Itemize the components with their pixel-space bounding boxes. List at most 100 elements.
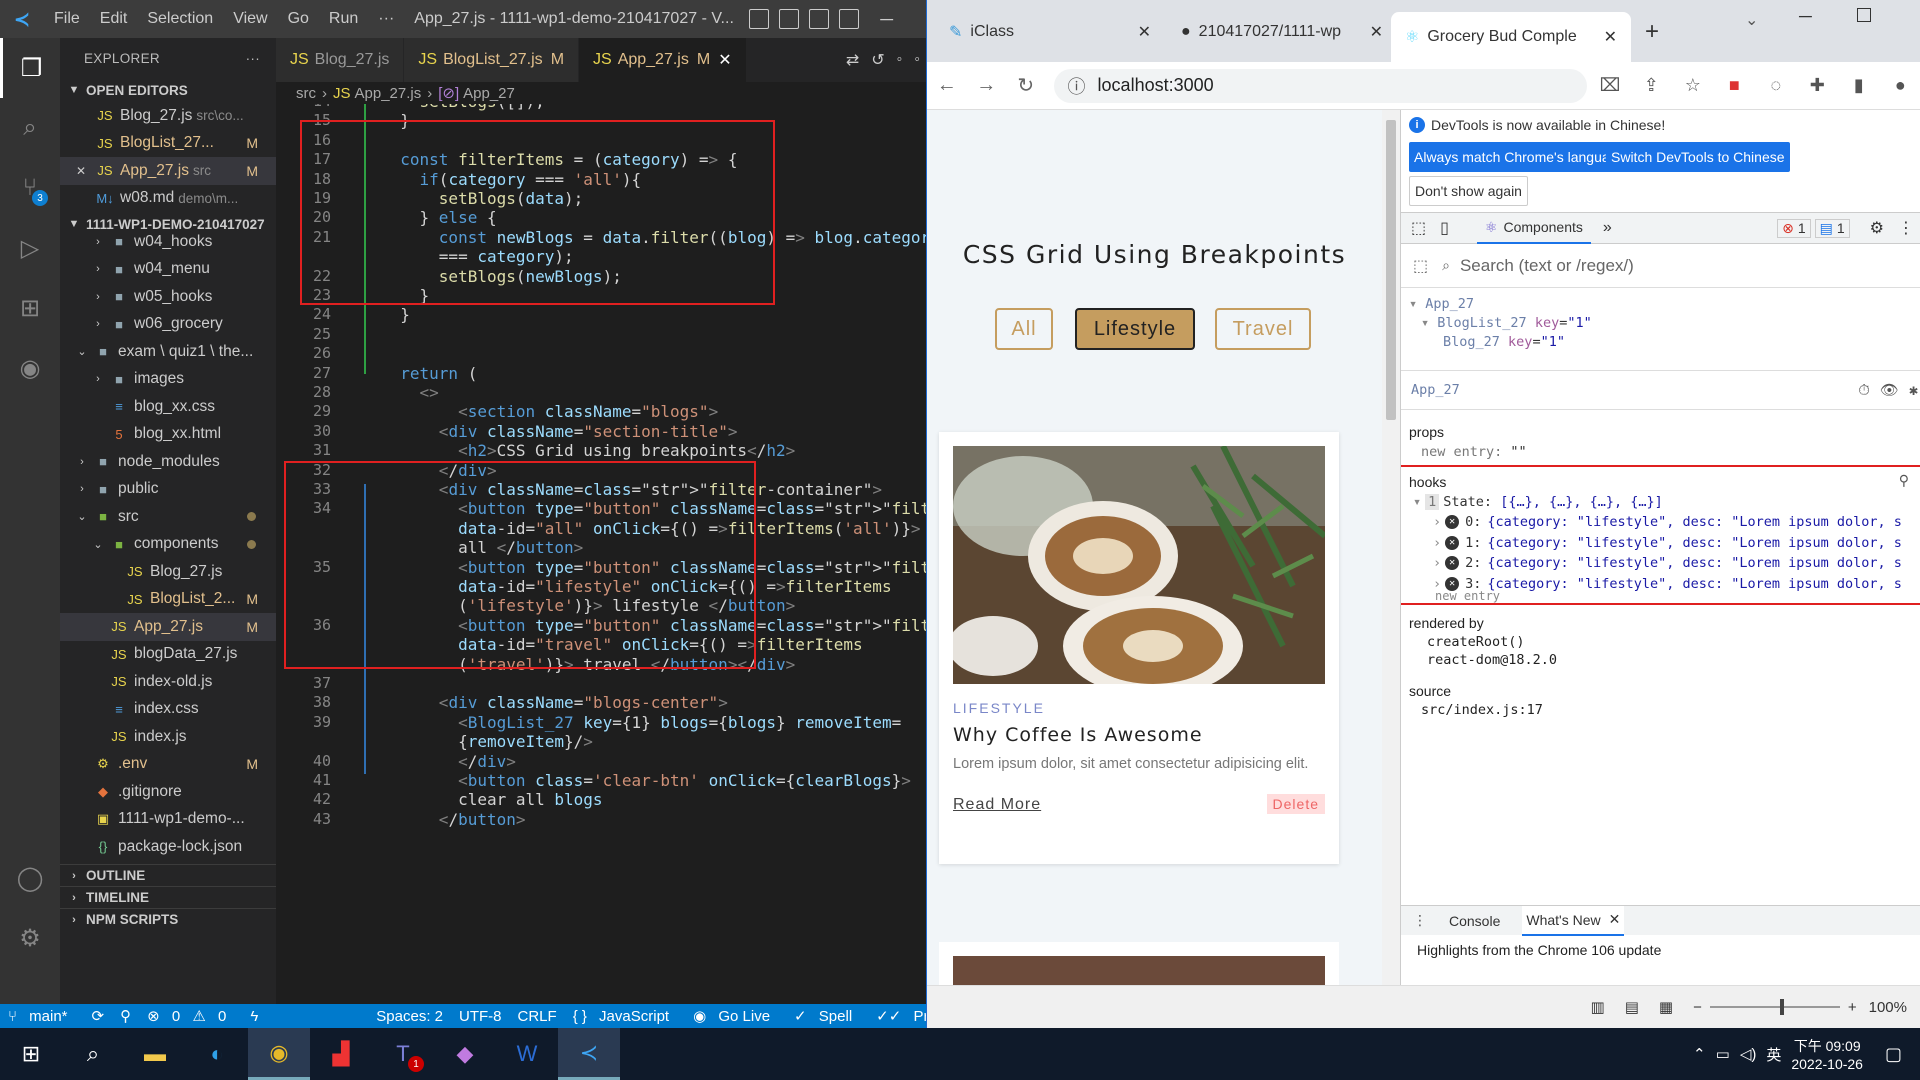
file-tree-item[interactable]: ≡ blog_xx.css <box>60 393 276 421</box>
outline-section[interactable]: › OUTLINE <box>60 864 276 886</box>
file-tree-item[interactable]: › ■ w05_hooks <box>60 283 276 311</box>
new-tab-icon[interactable]: + <box>1645 18 1659 46</box>
file-tree-item[interactable]: › ■ images <box>60 366 276 394</box>
reload-icon[interactable]: ↻ <box>1006 73 1046 98</box>
remove-entry-icon[interactable]: ✕ <box>1445 515 1460 529</box>
more-tabs-icon[interactable]: » <box>1603 219 1612 237</box>
code-line[interactable]: <div className="blogs-center"> <box>381 693 728 712</box>
file-tree-item[interactable]: {}package.json <box>60 861 276 865</box>
go-back-icon[interactable]: ↺ <box>871 50 884 70</box>
open-editor-item[interactable]: ✕ JS App_27.js src M <box>60 157 276 185</box>
spell-status[interactable]: ✓ Spell <box>794 1007 860 1025</box>
file-tree-item[interactable]: ⌄ ■ src <box>60 503 276 531</box>
paint-icon[interactable]: ◆ <box>434 1028 496 1080</box>
devtools-settings-icon[interactable]: ⚙ <box>1870 218 1884 238</box>
code-line[interactable]: {removeItem}/> <box>381 732 593 751</box>
edge-icon[interactable]: ◐ <box>186 1028 248 1080</box>
file-tree-item[interactable]: ⚙ .env M <box>60 751 276 779</box>
file-tree-item[interactable]: › ■ public <box>60 476 276 504</box>
extension-circle-icon[interactable]: ◌ <box>1755 75 1796 96</box>
side-panel-icon[interactable]: ▮ <box>1838 75 1879 96</box>
file-tree-item[interactable]: › ■ w06_grocery <box>60 311 276 339</box>
inspect-element-icon[interactable]: ⬚ <box>1411 218 1426 238</box>
close-tab-icon[interactable]: ✕ <box>1604 27 1617 47</box>
address-bar[interactable]: ⓘ localhost:3000 <box>1053 68 1588 103</box>
match-language-button[interactable]: Always match Chrome's language <box>1409 142 1631 172</box>
filter-travel-button[interactable]: Travel <box>1215 308 1311 350</box>
code-line[interactable]: </button> <box>381 810 526 829</box>
scrollbar-thumb[interactable] <box>1386 120 1396 420</box>
eye-icon[interactable]: 👁︎ <box>1880 381 1899 399</box>
back-icon[interactable]: ← <box>927 74 967 97</box>
view-icon[interactable]: ▤ <box>1625 998 1639 1016</box>
code-line[interactable]: <> <box>381 383 439 402</box>
open-changes-icon[interactable]: ⇄ <box>846 50 859 70</box>
maximize-icon[interactable] <box>1857 8 1871 22</box>
remove-entry-icon[interactable]: ✕ <box>1445 535 1460 550</box>
component-tree-app[interactable]: ▾ App_27 <box>1409 296 1474 312</box>
tab-search-icon[interactable]: ⌄ <box>1745 10 1758 30</box>
toggle-panel-icon[interactable] <box>779 9 800 29</box>
components-tab[interactable]: ⚛ Components <box>1476 212 1591 244</box>
file-tree-item[interactable]: › ■ w04_menu <box>60 256 276 284</box>
run-debug-icon[interactable]: ▷ <box>0 218 60 278</box>
breadcrumb-file[interactable]: App_27.js <box>355 85 422 102</box>
tab-bloglist27[interactable]: JS BlogList_27.js M <box>404 38 580 82</box>
code-line[interactable]: <h2>CSS Grid using breakpoints</h2> <box>381 441 795 460</box>
menu-selection[interactable]: Selection <box>137 10 223 28</box>
page-scrollbar[interactable] <box>1382 110 1400 985</box>
props-new-entry[interactable]: new entry: "" <box>1421 444 1527 460</box>
eol-status[interactable]: CRLF <box>518 1008 557 1025</box>
file-tree-item[interactable]: JS App_27.js M <box>60 613 276 641</box>
source-location[interactable]: src/index.js:17 <box>1421 702 1543 718</box>
expand-icon[interactable]: › <box>1433 514 1441 530</box>
bookmark-star-icon[interactable]: ☆ <box>1672 75 1713 96</box>
chrome-tab-iclass[interactable]: ✎ iClass ✕ <box>935 14 1165 50</box>
read-more-link[interactable]: Read More <box>953 796 1041 814</box>
file-tree-item[interactable]: › ■ node_modules <box>60 448 276 476</box>
settings-gear-icon[interactable]: ⚙ <box>0 908 60 968</box>
extensions-puzzle-icon[interactable]: ✚ <box>1797 75 1838 96</box>
zoom-in-icon[interactable]: + <box>1848 999 1857 1016</box>
file-explorer-icon[interactable]: ▬ <box>124 1028 186 1080</box>
pdf-reader-icon[interactable]: ▟ <box>310 1028 372 1080</box>
state-hook-row[interactable]: ▾ 1 State: [{…}, {…}, {…}, {…}] <box>1413 492 1663 512</box>
component-tree-blog[interactable]: Blog_27 key="1" <box>1443 334 1565 350</box>
close-drawer-tab-icon[interactable]: ✕ <box>1609 911 1621 928</box>
parse-hooks-icon[interactable]: ⚲ <box>1899 472 1909 489</box>
accounts-icon[interactable]: ◯ <box>0 848 60 908</box>
open-editor-item[interactable]: JS Blog_27.js src\co... <box>60 102 276 130</box>
menu-edit[interactable]: Edit <box>90 10 138 28</box>
code-line[interactable]: <section className="blogs"> <box>381 402 718 421</box>
devtools-menu-icon[interactable]: ⋮ <box>1898 218 1914 238</box>
sync-icon[interactable]: ⟳ <box>92 1007 105 1025</box>
dont-show-again-button[interactable]: Don't show again <box>1409 176 1528 206</box>
toggle-sidebar-icon[interactable] <box>749 9 770 29</box>
remove-entry-icon[interactable]: ✕ <box>1445 556 1460 570</box>
chrome-icon[interactable]: ◉ <box>248 1028 310 1080</box>
tray-overflow-icon[interactable]: ⌃ <box>1693 1045 1706 1063</box>
code-line[interactable]: clear all blogs <box>381 790 603 809</box>
search-icon[interactable]: ⌕ <box>0 98 60 158</box>
live-share-icon[interactable]: ⚲ <box>120 1007 131 1025</box>
bug-icon[interactable]: ✱ <box>1909 381 1918 399</box>
close-tab-icon[interactable]: ✕ <box>1138 22 1151 42</box>
profile-avatar-icon[interactable]: ● <box>1880 75 1920 96</box>
file-tree-item[interactable]: ▣ 1111-wp1-demo-... <box>60 806 276 834</box>
drawer-tab-whats-new[interactable]: What's New ✕ <box>1522 905 1625 936</box>
open-editors-section[interactable]: ▼ OPEN EDITORS <box>60 78 276 102</box>
share-icon[interactable]: ⇪ <box>1631 75 1672 96</box>
delete-button[interactable]: Delete <box>1266 794 1325 814</box>
explorer-icon[interactable]: ❐ <box>0 38 60 98</box>
menu-file[interactable]: File <box>44 10 90 28</box>
file-tree-item[interactable]: JS Blog_27.js <box>60 558 276 586</box>
close-tab-icon[interactable]: ✕ <box>1370 22 1383 42</box>
errors-counter[interactable]: ⊗ 1 <box>1777 218 1811 238</box>
code-line[interactable]: <div className="section-title"> <box>381 422 738 441</box>
translate-icon[interactable]: ⌧ <box>1589 75 1630 96</box>
minimize-icon[interactable]: ─ <box>880 9 893 30</box>
minimize-icon[interactable]: ─ <box>1799 6 1812 27</box>
hooks-new-entry[interactable]: new entry <box>1435 586 1500 606</box>
customize-layout-icon[interactable] <box>839 9 860 29</box>
go-live-status[interactable]: ◉ Go Live <box>693 1007 778 1025</box>
